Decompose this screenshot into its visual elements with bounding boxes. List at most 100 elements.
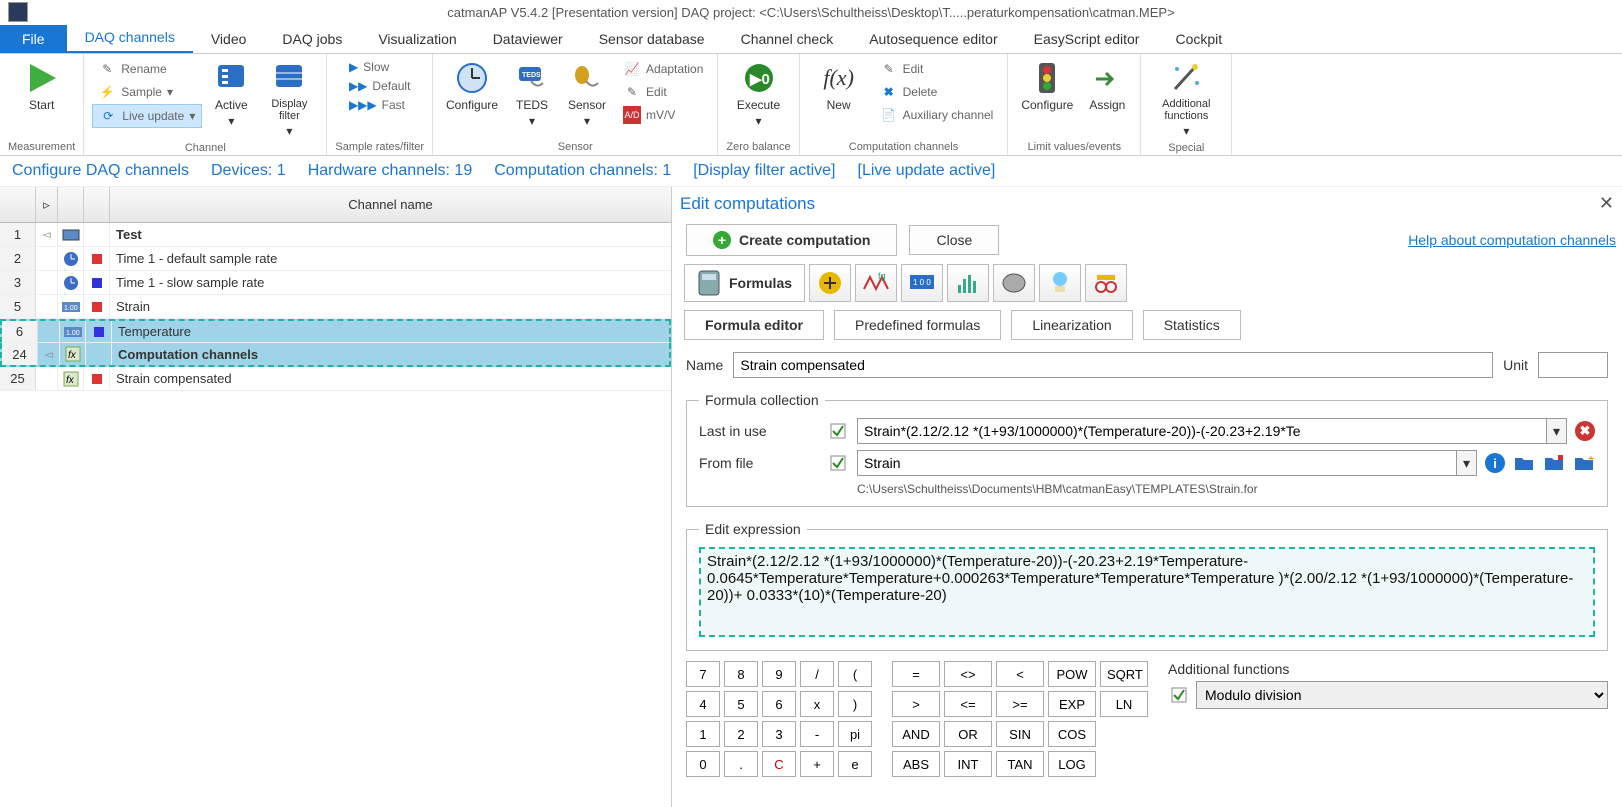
tab-video[interactable]: Video [193, 25, 265, 53]
key-8[interactable]: 8 [724, 661, 758, 687]
table-row[interactable]: 61.00Temperature [0, 319, 671, 343]
info-icon[interactable]: i [1485, 453, 1505, 473]
tab-daq-channels[interactable]: DAQ channels [67, 23, 193, 53]
sample-button[interactable]: ⚡ Sample▾ [92, 81, 202, 103]
tab-daq-jobs[interactable]: DAQ jobs [264, 25, 360, 53]
fast-button[interactable]: ▶▶▶Fast [343, 96, 417, 114]
key-6[interactable]: 6 [762, 691, 796, 717]
table-row[interactable]: 51.00Strain [0, 295, 671, 319]
expand-icon[interactable] [36, 367, 58, 390]
key-x[interactable]: x [800, 691, 834, 717]
new-comp-button[interactable]: f(x) New [808, 58, 870, 114]
from-file-combo[interactable] [857, 450, 1457, 476]
create-computation-button[interactable]: + Create computation [686, 224, 897, 256]
key-C[interactable]: C [762, 751, 796, 777]
add-folder-icon[interactable]: + [1573, 452, 1595, 474]
tab-visualization[interactable]: Visualization [360, 25, 474, 53]
save-folder-icon[interactable] [1543, 452, 1565, 474]
key-.[interactable]: . [724, 751, 758, 777]
configure-limits-button[interactable]: Configure [1016, 58, 1078, 114]
additional-functions-select[interactable]: Modulo division [1196, 681, 1608, 709]
slow-button[interactable]: ▶Slow [343, 58, 417, 76]
last-in-use-combo[interactable] [857, 418, 1547, 444]
fn-<>[interactable]: <> [944, 661, 992, 687]
close-button[interactable]: Close [909, 225, 999, 255]
active-button[interactable]: Active▾ [206, 58, 256, 130]
delete-comp-button[interactable]: ✖Delete [874, 81, 1000, 103]
configure-button[interactable]: Configure [441, 58, 503, 114]
expand-icon[interactable] [36, 295, 58, 318]
key-/[interactable]: / [800, 661, 834, 687]
key--[interactable]: - [800, 721, 834, 747]
fn-ln[interactable]: LN [1100, 691, 1148, 717]
fn->=[interactable]: >= [996, 691, 1044, 717]
unit-input[interactable] [1538, 352, 1608, 378]
spectrum-tab[interactable] [947, 264, 989, 302]
edit-sensor-button[interactable]: ✎Edit [617, 81, 709, 103]
key-7[interactable]: 7 [686, 661, 720, 687]
tab-channel-check[interactable]: Channel check [723, 25, 852, 53]
sensor-button[interactable]: Sensor▾ [561, 58, 613, 130]
fn-sqrt[interactable]: SQRT [1100, 661, 1148, 687]
adaptation-button[interactable]: 📈Adaptation [617, 58, 709, 80]
rename-button[interactable]: ✎ Rename [92, 58, 202, 80]
subtab-formula-editor[interactable]: Formula editor [684, 310, 824, 340]
tab-autosequence[interactable]: Autosequence editor [851, 25, 1015, 53]
fn->[interactable]: > [892, 691, 940, 717]
expand-icon[interactable] [36, 247, 58, 270]
fn-<[interactable]: < [996, 661, 1044, 687]
fn-pow[interactable]: POW [1048, 661, 1096, 687]
open-folder-icon[interactable] [1513, 452, 1535, 474]
key-([interactable]: ( [838, 661, 872, 687]
fn-and[interactable]: AND [892, 721, 940, 747]
column-channel-name[interactable]: Channel name [110, 197, 671, 212]
status-live-update[interactable]: [Live update active] [858, 162, 996, 180]
fn-log[interactable]: LOG [1048, 751, 1096, 777]
default-button[interactable]: ▶▶Default [343, 77, 417, 95]
table-row[interactable]: 24◅fxComputation channels [0, 343, 671, 367]
mvv-button[interactable]: A/DmV/V [617, 104, 709, 126]
additional-functions-button[interactable]: Additional functions▾ [1149, 58, 1223, 140]
status-comp-channels[interactable]: Computation channels: 1 [494, 162, 671, 180]
fn-int[interactable]: INT [944, 751, 992, 777]
fn-cos[interactable]: COS [1048, 721, 1096, 747]
formulas-tab[interactable]: Formulas [684, 264, 805, 302]
expand-all-icon[interactable]: ▹ [36, 187, 58, 222]
key-e[interactable]: e [838, 751, 872, 777]
misc-tab[interactable] [1039, 264, 1081, 302]
start-button[interactable]: Start [11, 58, 73, 114]
status-hw-channels[interactable]: Hardware channels: 19 [308, 162, 473, 180]
table-row[interactable]: 25fxStrain compensated [0, 367, 671, 391]
status-configure[interactable]: Configure DAQ channels [12, 162, 189, 180]
key-)[interactable]: ) [838, 691, 872, 717]
status-devices[interactable]: Devices: 1 [211, 162, 286, 180]
tab-file[interactable]: File [0, 25, 67, 53]
class-tab[interactable] [993, 264, 1035, 302]
edit-comp-button[interactable]: ✎Edit [874, 58, 1000, 80]
aux-channel-button[interactable]: 📄Auxiliary channel [874, 104, 1000, 126]
key-4[interactable]: 4 [686, 691, 720, 717]
signal-tab[interactable]: fg [855, 264, 897, 302]
expand-icon[interactable]: ◅ [38, 343, 60, 365]
tab-dataviewer[interactable]: Dataviewer [475, 25, 581, 53]
key-2[interactable]: 2 [724, 721, 758, 747]
filter-tab[interactable] [809, 264, 851, 302]
live-update-button[interactable]: ⟳ Live update▾ [92, 104, 202, 128]
apply-file-icon[interactable] [827, 452, 849, 474]
fn-abs[interactable]: ABS [892, 751, 940, 777]
table-row[interactable]: 3Time 1 - slow sample rate [0, 271, 671, 295]
subtab-statistics[interactable]: Statistics [1143, 310, 1241, 340]
apply-last-icon[interactable] [827, 420, 849, 442]
expand-icon[interactable] [38, 321, 60, 342]
from-file-dropdown[interactable]: ▾ [1457, 450, 1477, 476]
key-5[interactable]: 5 [724, 691, 758, 717]
apply-addfn-icon[interactable] [1168, 684, 1190, 706]
tab-easyscript[interactable]: EasyScript editor [1016, 25, 1158, 53]
expression-textarea[interactable]: Strain*(2.12/2.12 *(1+93/1000000)*(Tempe… [699, 547, 1595, 637]
assign-limits-button[interactable]: Assign [1082, 58, 1132, 114]
execute-button[interactable]: ▶0 Execute▾ [728, 58, 790, 130]
table-row[interactable]: 2Time 1 - default sample rate [0, 247, 671, 271]
expand-icon[interactable]: ◅ [36, 223, 58, 246]
fn-tan[interactable]: TAN [996, 751, 1044, 777]
tab-cockpit[interactable]: Cockpit [1157, 25, 1240, 53]
